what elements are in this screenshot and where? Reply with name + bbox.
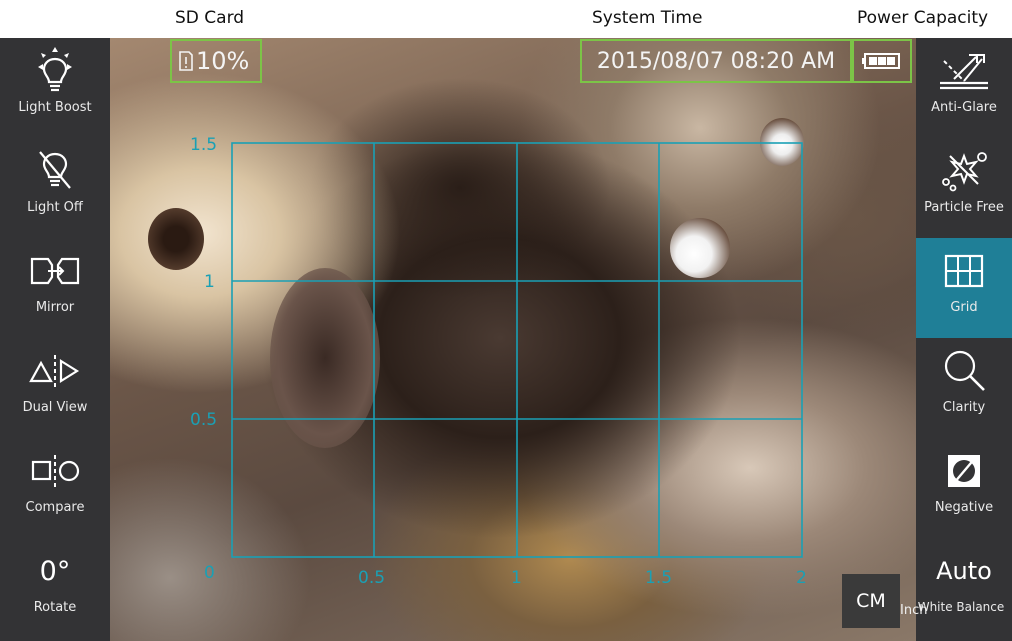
right-toolbar: Anti-Glare Particle Free Grid Clarity Ne… (916, 38, 1012, 641)
battery-full-icon (862, 53, 900, 69)
dual-view-label: Dual View (22, 400, 88, 415)
measurement-grid: 1.5 1 0.5 0 0.5 1 1.5 2 (190, 135, 807, 588)
negative-button[interactable]: Negative (916, 438, 1012, 538)
rotate-button[interactable]: 0° Rotate (0, 538, 110, 638)
clarity-label: Clarity (942, 400, 986, 415)
light-off-icon (39, 151, 71, 189)
dual-view-button[interactable]: Dual View (0, 338, 110, 438)
anti-glare-label: Anti-Glare (931, 100, 997, 115)
left-toolbar: Light Boost Light Off Mirror Dual View C… (0, 38, 110, 641)
mirror-label: Mirror (35, 300, 75, 315)
y-tick-1-5: 1.5 (190, 135, 217, 155)
light-off-button[interactable]: Light Off (0, 138, 110, 238)
white-balance-label: White Balance (917, 600, 1005, 614)
particle-free-button[interactable]: Particle Free (916, 138, 1012, 238)
negative-label: Negative (934, 500, 994, 515)
camera-view: 1.5 1 0.5 0 0.5 1 1.5 2 (110, 38, 916, 641)
unit-inch-toggle[interactable]: Inch (900, 603, 927, 618)
y-tick-0-5: 0.5 (190, 410, 217, 430)
particle-free-icon (942, 152, 987, 192)
power-capacity-annotation: Power Capacity (857, 8, 989, 28)
datetime-text: 2015/08/07 08:20 AM (596, 48, 836, 74)
x-tick-1-5: 1.5 (645, 568, 672, 588)
mirror-icon (30, 257, 80, 285)
sd-card-percent: 10% (196, 47, 250, 75)
light-off-label: Light Off (27, 200, 83, 215)
y-tick-1: 1 (204, 272, 215, 292)
sd-card-status: 10% (170, 39, 262, 83)
x-tick-0-5: 0.5 (358, 568, 385, 588)
rotate-label: Rotate (33, 600, 77, 615)
power-capacity-indicator (852, 39, 912, 83)
system-time-display: 2015/08/07 08:20 AM (580, 39, 852, 83)
sd-card-annotation: SD Card (175, 8, 245, 28)
anti-glare-button[interactable]: Anti-Glare (916, 38, 1012, 138)
grid-button[interactable]: Grid (916, 238, 1012, 338)
clarity-button[interactable]: Clarity (916, 338, 1012, 438)
dual-view-icon (29, 355, 80, 387)
light-boost-button[interactable]: Light Boost (0, 38, 110, 138)
compare-button[interactable]: Compare (0, 438, 110, 538)
white-balance-button[interactable]: Auto White Balance (916, 538, 1012, 638)
anti-glare-icon (940, 54, 988, 90)
sd-card-icon (179, 51, 193, 71)
compare-label: Compare (25, 500, 85, 515)
light-boost-icon (38, 47, 72, 92)
x-tick-2: 2 (796, 568, 807, 588)
rotate-value: 0° (39, 555, 71, 587)
x-tick-0: 0 (204, 563, 215, 583)
system-time-annotation: System Time (592, 8, 703, 28)
magnifier-icon (944, 350, 985, 391)
unit-cm-toggle[interactable]: CM (842, 574, 900, 628)
grid-label: Grid (950, 300, 978, 315)
mirror-button[interactable]: Mirror (0, 238, 110, 338)
device-screen: 1.5 1 0.5 0 0.5 1 1.5 2 10% 2015/08/07 0… (0, 38, 1012, 641)
compare-icon (31, 455, 80, 487)
white-balance-value: Auto (936, 557, 992, 585)
particle-free-label: Particle Free (924, 200, 1004, 215)
x-tick-1: 1 (511, 568, 522, 588)
negative-icon (948, 455, 980, 487)
grid-icon (944, 254, 984, 288)
light-boost-label: Light Boost (18, 100, 92, 115)
